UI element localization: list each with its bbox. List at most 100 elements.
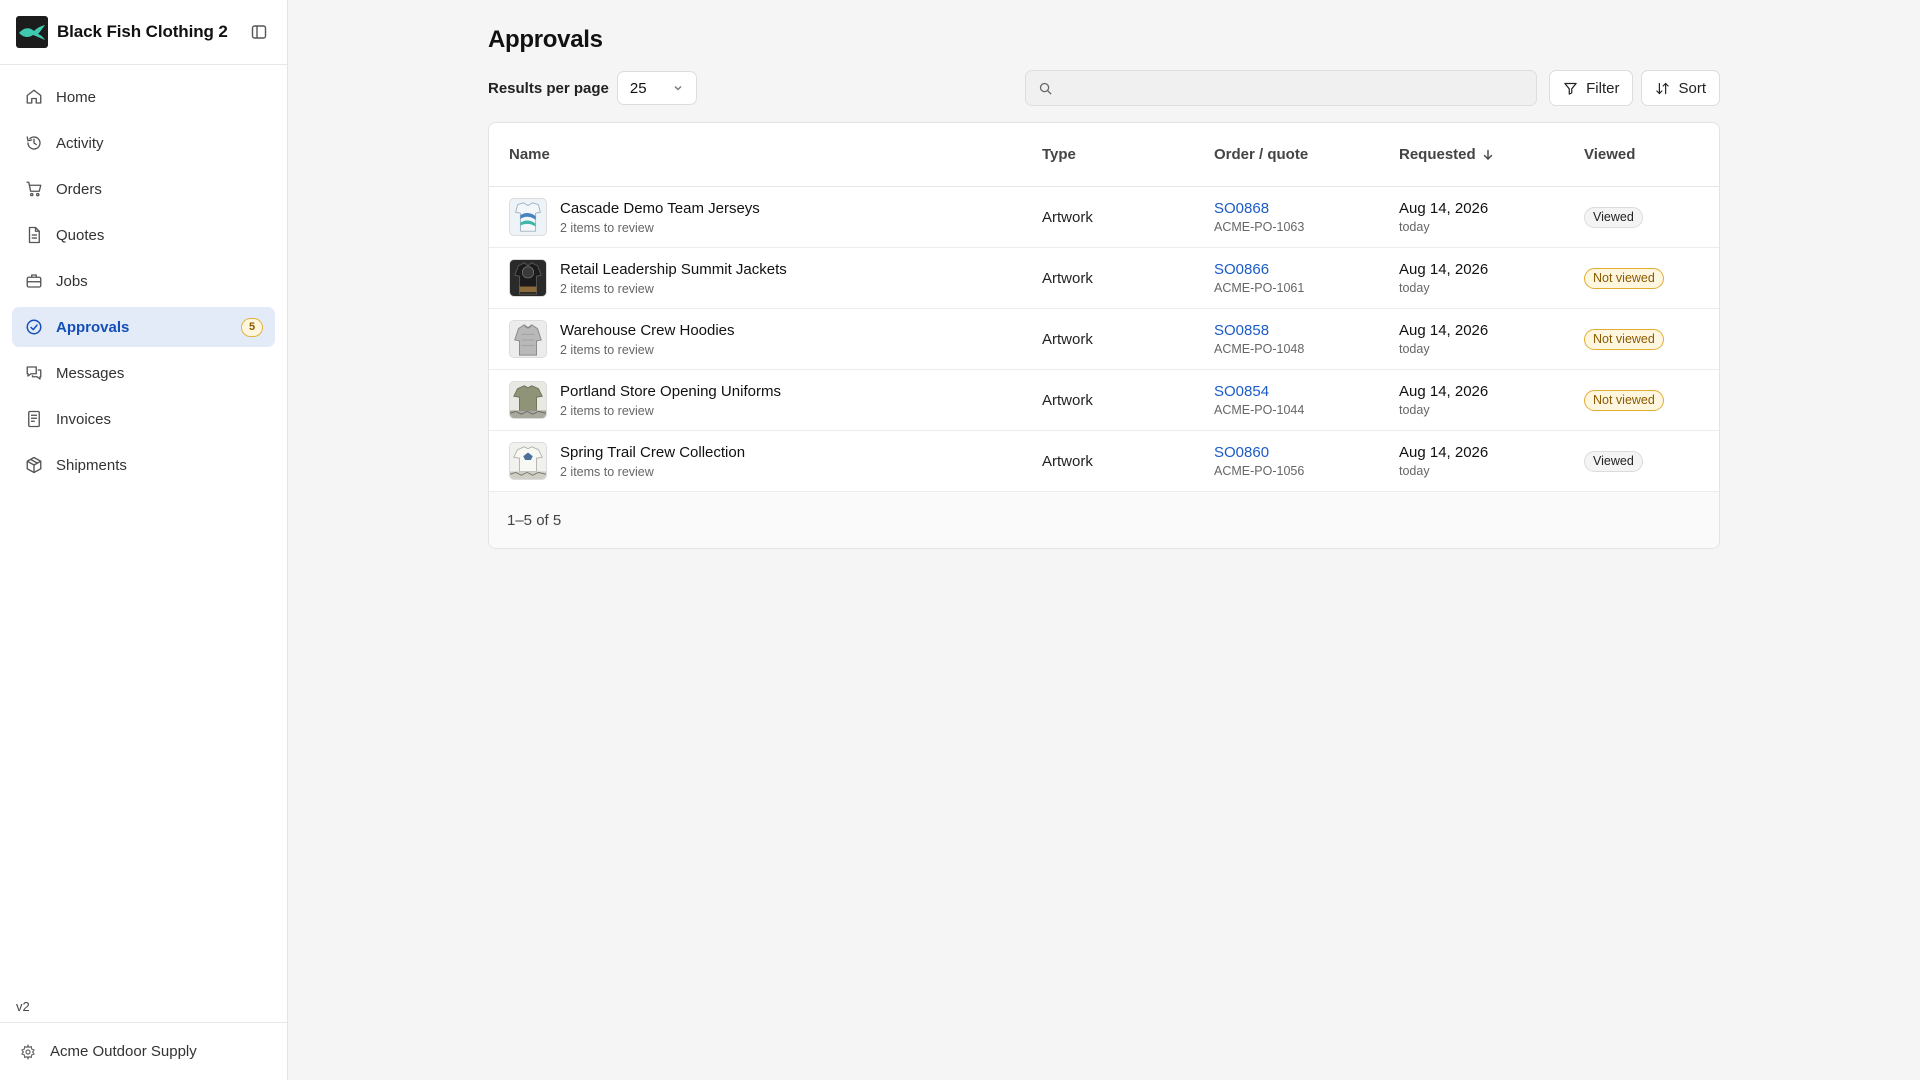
approvals-table: Name Type Order / quote Requested Viewed (488, 122, 1720, 549)
approval-items-count: 2 items to review (560, 342, 654, 357)
sidebar-item-label: Approvals (56, 318, 130, 336)
approval-type: Artwork (1042, 330, 1093, 348)
order-link[interactable]: SO0868 (1214, 200, 1399, 217)
approval-items-count: 2 items to review (560, 220, 654, 235)
order-link[interactable]: SO0866 (1214, 261, 1399, 278)
table-header: Name Type Order / quote Requested Viewed (489, 123, 1719, 187)
home-icon (24, 87, 44, 107)
filter-label: Filter (1586, 79, 1620, 97)
viewed-status-badge: Not viewed (1584, 267, 1664, 289)
po-number: ACME-PO-1048 (1214, 342, 1305, 356)
sidebar-item-messages[interactable]: Messages (12, 353, 275, 393)
account-settings-button[interactable]: Acme Outdoor Supply (0, 1022, 287, 1080)
sort-label: Sort (1678, 79, 1706, 97)
column-header-order[interactable]: Order / quote (1214, 146, 1399, 163)
sidebar-toggle-button[interactable] (247, 20, 271, 44)
requested-relative: today (1399, 220, 1430, 234)
sidebar: Black Fish Clothing 2 Home Activity Orde… (0, 0, 288, 1080)
sort-button[interactable]: Sort (1641, 70, 1720, 106)
artwork-thumbnail (509, 320, 547, 358)
table-row[interactable]: Spring Trail Crew Collection 2 items to … (489, 431, 1719, 492)
sidebar-item-label: Activity (56, 134, 104, 152)
artwork-thumbnail (509, 442, 547, 480)
sidebar-item-quotes[interactable]: Quotes (12, 215, 275, 255)
results-per-page-select[interactable]: 25 (616, 71, 697, 105)
sidebar-item-orders[interactable]: Orders (12, 169, 275, 209)
briefcase-icon (24, 271, 44, 291)
requested-relative: today (1399, 342, 1430, 356)
sidebar-item-shipments[interactable]: Shipments (12, 445, 275, 485)
approval-name: Portland Store Opening Uniforms (560, 382, 781, 400)
order-link[interactable]: SO0860 (1214, 444, 1399, 461)
po-number: ACME-PO-1044 (1214, 403, 1305, 417)
approval-type: Artwork (1042, 391, 1093, 409)
approval-items-count: 2 items to review (560, 403, 654, 418)
chevron-down-icon (672, 82, 684, 94)
requested-relative: today (1399, 281, 1430, 295)
artwork-thumbnail (509, 198, 547, 236)
viewed-status-badge: Not viewed (1584, 389, 1664, 411)
search-input[interactable] (1061, 79, 1525, 97)
viewed-status-badge: Viewed (1584, 450, 1643, 472)
po-number: ACME-PO-1061 (1214, 281, 1305, 295)
results-per-page-value: 25 (629, 79, 647, 97)
cart-icon (24, 179, 44, 199)
sidebar-item-label: Home (56, 88, 97, 106)
column-header-requested[interactable]: Requested (1399, 146, 1584, 163)
requested-relative: today (1399, 464, 1430, 478)
sidebar-item-jobs[interactable]: Jobs (12, 261, 275, 301)
page-title: Approvals (488, 26, 603, 53)
viewed-status-badge: Viewed (1584, 206, 1643, 228)
table-row[interactable]: Cascade Demo Team Jerseys 2 items to rev… (489, 187, 1719, 248)
sidebar-item-home[interactable]: Home (12, 77, 275, 117)
artwork-thumbnail (509, 259, 547, 297)
table-row[interactable]: Warehouse Crew Hoodies 2 items to review… (489, 309, 1719, 370)
column-header-type[interactable]: Type (1042, 146, 1214, 163)
order-link[interactable]: SO0854 (1214, 383, 1399, 400)
approval-items-count: 2 items to review (560, 281, 654, 296)
requested-date: Aug 14, 2026 (1399, 444, 1489, 461)
approval-name: Cascade Demo Team Jerseys (560, 199, 760, 217)
arrow-down-icon (1482, 149, 1494, 161)
search-icon (1040, 82, 1052, 95)
history-icon (24, 133, 44, 153)
package-icon (24, 455, 44, 475)
po-number: ACME-PO-1056 (1214, 464, 1305, 478)
filter-button[interactable]: Filter (1549, 70, 1634, 106)
approval-type: Artwork (1042, 452, 1093, 470)
approval-name: Spring Trail Crew Collection (560, 443, 746, 461)
approval-type: Artwork (1042, 208, 1093, 226)
column-header-viewed[interactable]: Viewed (1584, 146, 1719, 163)
requested-relative: today (1399, 403, 1430, 417)
column-header-requested-label: Requested (1399, 146, 1476, 163)
viewed-status-badge: Not viewed (1584, 328, 1664, 350)
filter-icon (1564, 82, 1577, 95)
brand-header: Black Fish Clothing 2 (0, 0, 287, 65)
toolbar: Results per page 25 Filter Sort (488, 70, 1720, 106)
requested-date: Aug 14, 2026 (1399, 322, 1489, 339)
requested-date: Aug 14, 2026 (1399, 383, 1489, 400)
approval-name: Warehouse Crew Hoodies (560, 321, 735, 339)
results-per-page-label: Results per page (488, 79, 609, 97)
sidebar-item-label: Messages (56, 364, 125, 382)
requested-date: Aug 14, 2026 (1399, 200, 1489, 217)
requested-date: Aug 14, 2026 (1399, 261, 1489, 278)
sidebar-item-activity[interactable]: Activity (12, 123, 275, 163)
brand-logo (16, 16, 48, 48)
invoice-icon (24, 409, 44, 429)
po-number: ACME-PO-1063 (1214, 220, 1305, 234)
sidebar-item-label: Jobs (56, 272, 88, 290)
gear-icon (21, 1043, 35, 1060)
check-circle-icon (24, 317, 44, 337)
sidebar-item-invoices[interactable]: Invoices (12, 399, 275, 439)
sidebar-item-label: Quotes (56, 226, 105, 244)
document-icon (24, 225, 44, 245)
brand-name: Black Fish Clothing 2 (57, 22, 228, 41)
sidebar-item-approvals[interactable]: Approvals 5 (12, 307, 275, 347)
column-header-name[interactable]: Name (489, 146, 1042, 163)
messages-icon (24, 363, 44, 383)
table-row[interactable]: Retail Leadership Summit Jackets 2 items… (489, 248, 1719, 309)
table-row[interactable]: Portland Store Opening Uniforms 2 items … (489, 370, 1719, 431)
approval-name: Retail Leadership Summit Jackets (560, 260, 787, 278)
order-link[interactable]: SO0858 (1214, 322, 1399, 339)
